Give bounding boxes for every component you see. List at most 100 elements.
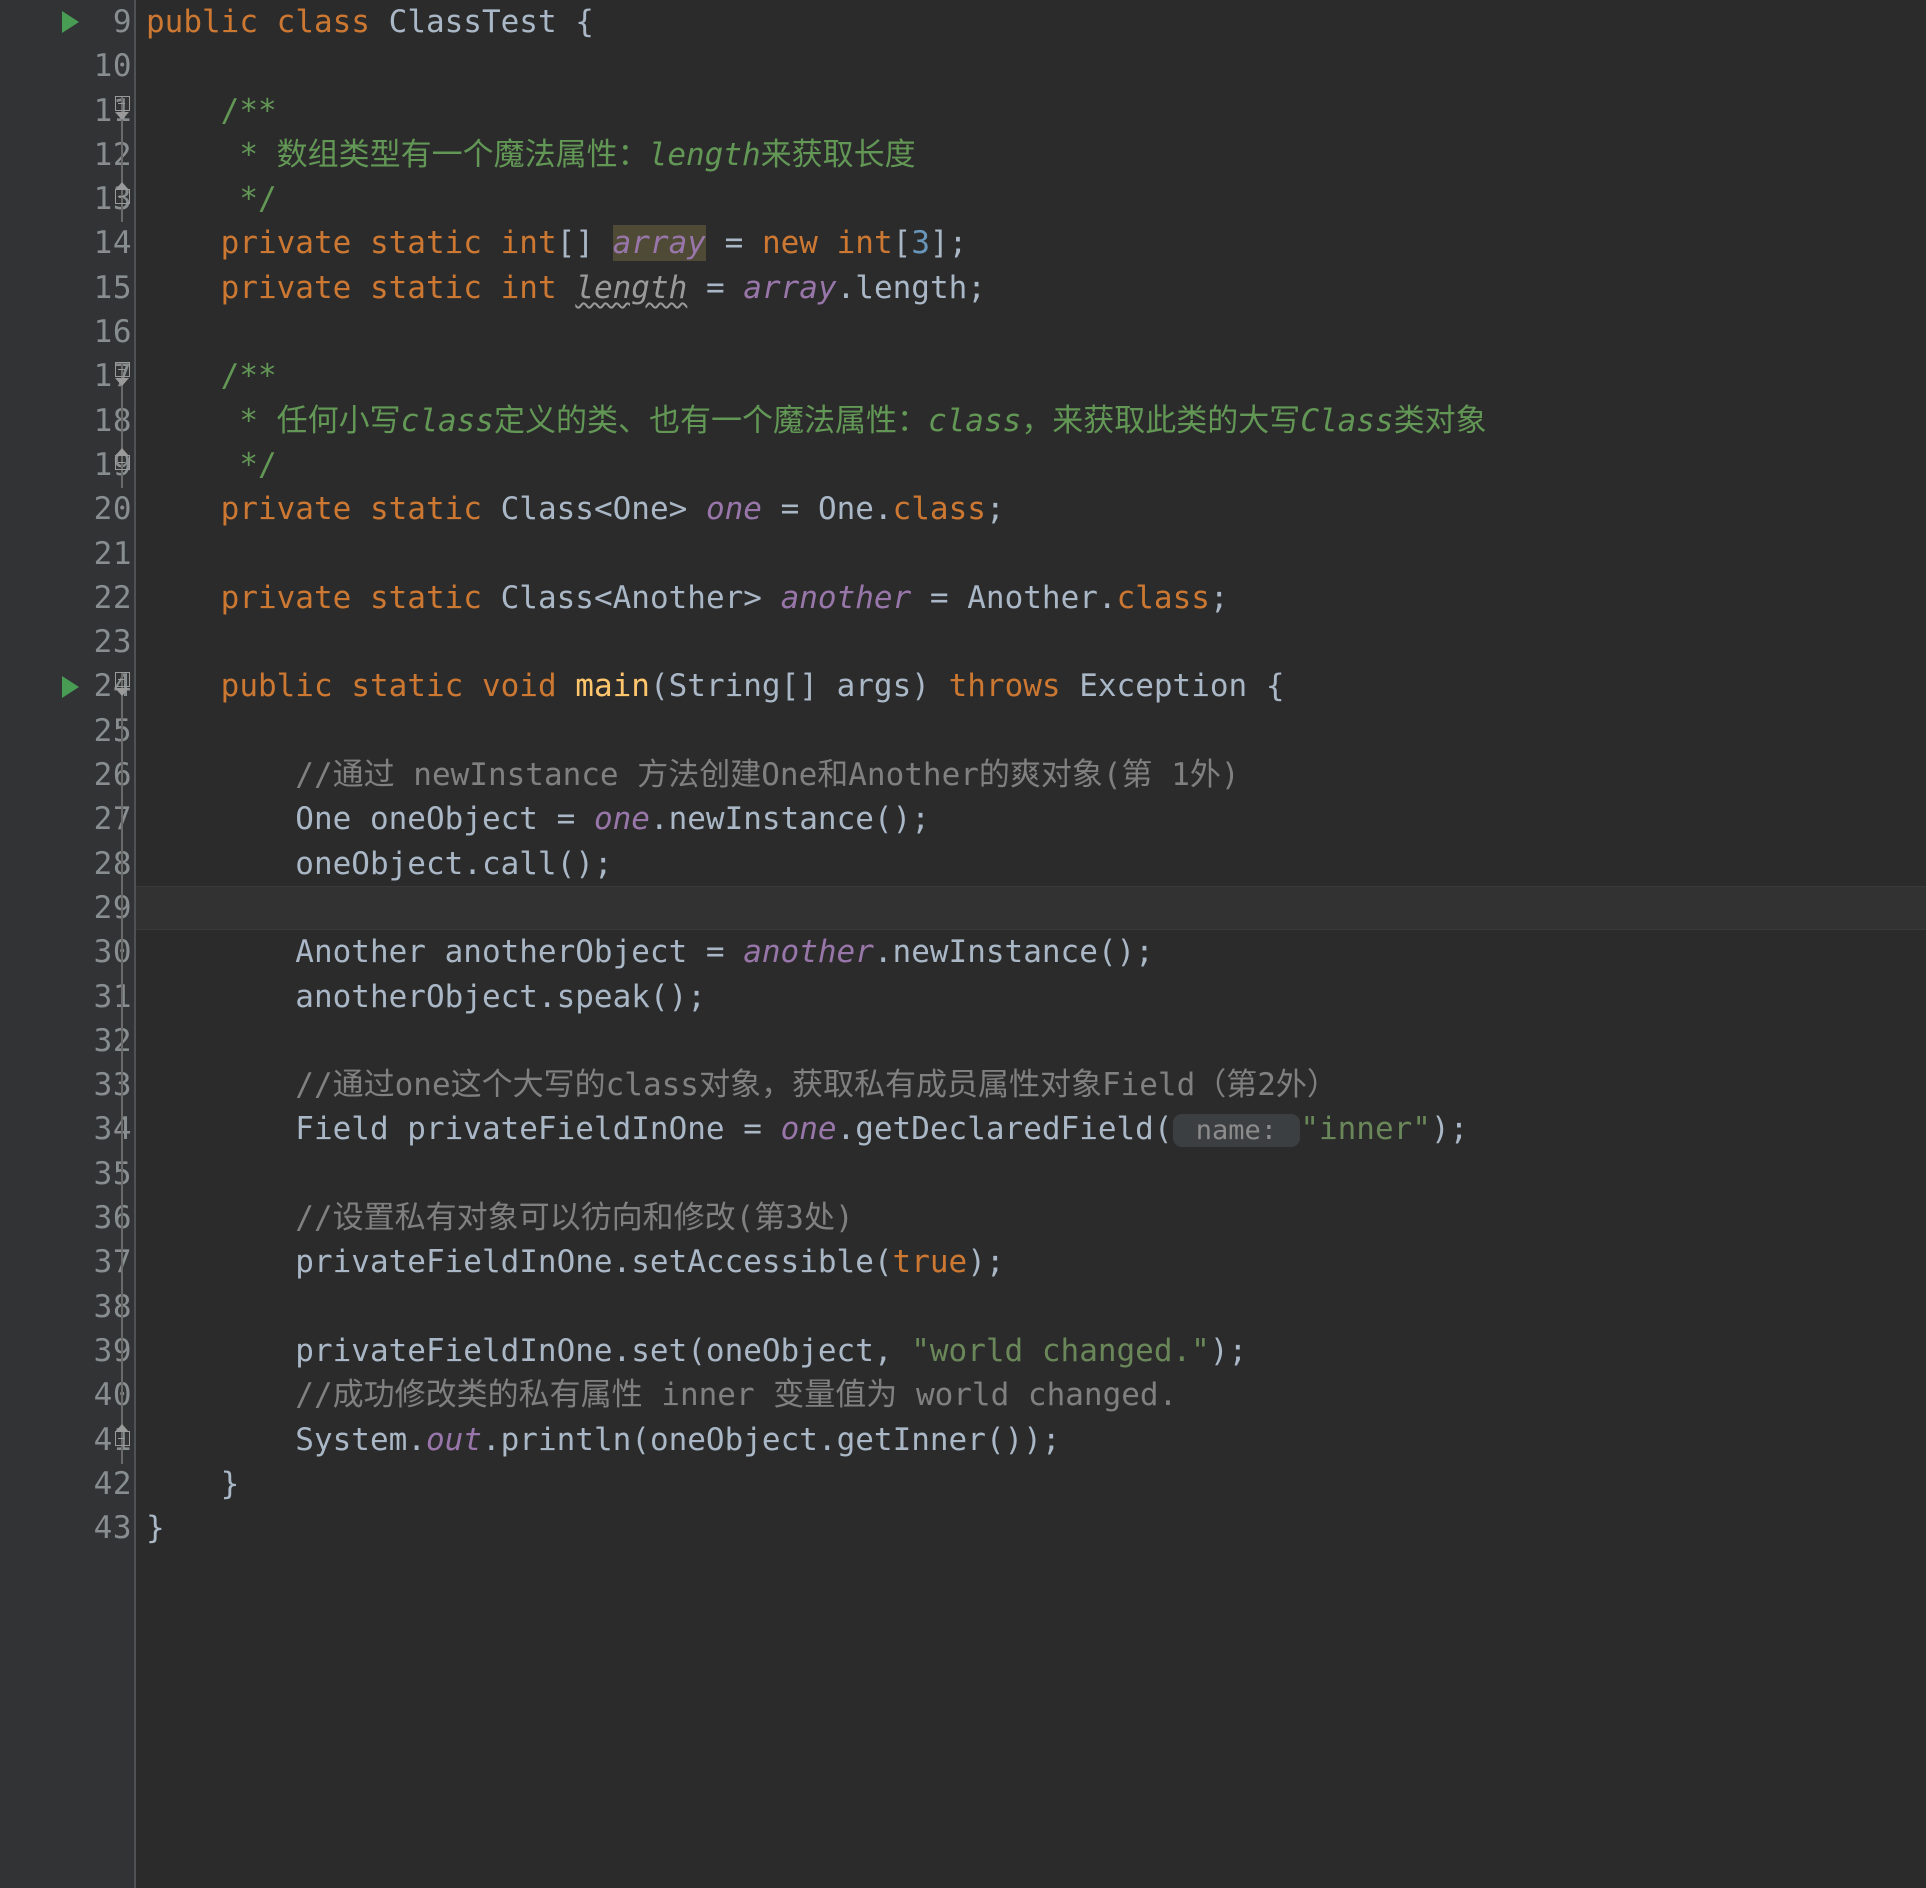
code-token: privateFieldInOne.setAccessible( [146,1244,893,1281]
code-line-32[interactable] [136,1019,1926,1063]
code-token: class [892,491,986,528]
code-token: ); [1209,1332,1248,1369]
code-token: private [220,225,352,262]
code-token: Another anotherObject = [146,934,744,971]
code-token: array [743,269,837,306]
code-line-42[interactable]: } [136,1462,1926,1506]
fold-arrow-down-line-11 [115,112,130,120]
code-line-18[interactable]: * 任何小写class定义的类、也有一个魔法属性：class，来获取此类的大写C… [136,399,1926,443]
code-token: /** [146,92,277,129]
fold-toggle-line-11[interactable] [115,96,130,111]
code-token: //通过one这个大写的class对象，获取私有成员属性对象Field（第2外） [146,1067,1338,1104]
code-line-43[interactable]: } [136,1506,1926,1550]
code-token: //成功修改类的私有属性 inner 变量值为 world changed. [146,1377,1178,1414]
code-line-12[interactable]: * 数组类型有一个魔法属性：length来获取长度 [136,133,1926,177]
editor-gutter[interactable]: 9 10 11 12 13 14 15 16 17 18 19 20 21 22 23 24 25 26 27 28 2… [0,0,136,1888]
code-editor[interactable]: 9 10 11 12 13 14 15 16 17 18 19 20 21 22 23 24 25 26 27 28 2… [0,0,1926,1888]
code-token: (String[] args) [649,668,949,705]
code-line-10[interactable] [136,44,1926,88]
code-line-36[interactable]: //设置私有对象可以彷向和修改(第3处) [136,1196,1926,1240]
fold-toggle-line-42[interactable] [115,1431,130,1446]
fold-toggle-line-13[interactable] [115,189,130,204]
code-token: privateFieldInOne.set(oneObject, [146,1332,912,1369]
code-token: = [911,579,968,616]
run-gutter-icon-line-9[interactable] [62,11,79,34]
code-line-28[interactable]: oneObject.call(); [136,842,1926,886]
code-line-16[interactable] [136,310,1926,354]
code-token: One oneObject = [146,801,594,838]
code-token: out [425,1421,482,1458]
code-token: System. [146,1421,426,1458]
fold-toggle-line-19[interactable] [115,455,130,470]
code-token: { [556,4,594,40]
code-line-35[interactable] [136,1152,1926,1196]
run-gutter-icon-line-24[interactable] [62,675,79,698]
code-token: ]; [929,225,968,262]
code-line-34[interactable]: Field privateFieldInOne = one.getDeclare… [136,1107,1926,1151]
fold-toggle-line-17[interactable] [115,362,130,377]
code-token: private [220,491,352,528]
code-token: ); [1430,1111,1469,1148]
code-line-38[interactable] [136,1285,1926,1329]
code-token: static [369,491,482,528]
code-token: * 任何小写 [146,402,401,439]
code-token: public [220,668,333,705]
code-token: Field privateFieldInOne = [146,1111,781,1148]
code-line-9[interactable]: public class ClassTest { [136,0,1926,44]
code-token: class [927,402,1022,439]
code-line-33[interactable]: //通过one这个大写的class对象，获取私有成员属性对象Field（第2外） [136,1063,1926,1107]
code-line-37[interactable]: privateFieldInOne.setAccessible(true); [136,1240,1926,1284]
code-line-22[interactable]: private static Class<Another> another = … [136,576,1926,620]
code-folding-column[interactable] [108,0,136,1888]
code-line-15[interactable]: private static int length = array.length… [136,266,1926,310]
code-line-23[interactable] [136,620,1926,664]
inlay-parameter-hint[interactable]: name: [1172,1114,1301,1148]
code-token: } [146,1465,240,1502]
code-content-area[interactable]: public class ClassTest { /** * 数组类型有一个魔法… [136,0,1926,1888]
code-token: length [575,269,688,306]
code-line-41[interactable]: System.out.println(oneObject.getInner())… [136,1418,1926,1462]
code-token: = [687,269,744,306]
fold-arrow-down-line-17 [115,378,130,386]
fold-toggle-line-24[interactable] [115,672,130,687]
code-line-11[interactable]: /** [136,89,1926,133]
code-token: 来获取长度 [760,136,916,173]
code-line-24[interactable]: public static void main(String[] args) t… [136,664,1926,708]
code-line-19[interactable]: */ [136,443,1926,487]
code-line-26[interactable]: //通过 newInstance 方法创建One和Another的爽对象(第 1… [136,753,1926,797]
code-line-39[interactable]: privateFieldInOne.set(oneObject, "world … [136,1329,1926,1373]
code-line-25[interactable] [136,709,1926,753]
code-line-14[interactable]: private static int[] array = new int[3]; [136,221,1926,265]
code-line-20[interactable]: private static Class<One> one = One.clas… [136,487,1926,531]
code-token: ; [985,491,1005,528]
code-token: 类对象 [1393,402,1487,439]
code-line-21[interactable] [136,532,1926,576]
fold-arrow-down-line-24 [115,688,130,696]
code-token: static [369,579,482,616]
code-token: one [705,491,762,528]
code-line-31[interactable]: anotherObject.speak(); [136,975,1926,1019]
code-token: /** [146,358,277,395]
code-line-29[interactable] [136,885,1926,931]
code-line-30[interactable]: Another anotherObject = another.newInsta… [136,930,1926,974]
code-token: ，来获取此类的大写 [1021,402,1301,439]
code-token: static [369,269,482,306]
code-line-40[interactable]: //成功修改类的私有属性 inner 变量值为 world changed. [136,1373,1926,1417]
code-line-17[interactable]: /** [136,354,1926,398]
code-line-13[interactable]: */ [136,177,1926,221]
code-token: ); [967,1244,1005,1281]
code-line-27[interactable]: One oneObject = one.newInstance(); [136,797,1926,841]
